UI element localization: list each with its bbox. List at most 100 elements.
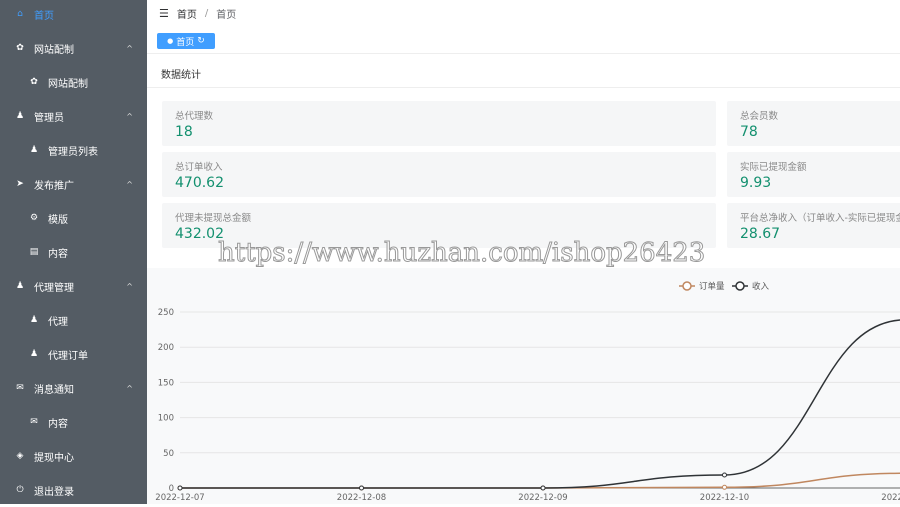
- tab-home[interactable]: ● 首页 ↻: [157, 33, 215, 49]
- chevron-up-icon: ^: [126, 43, 133, 53]
- power-icon: ⏻: [16, 485, 24, 495]
- sidebar: ⌂ 首页 ✿ 网站配制 ^ ✿ 网站配制 ♟ 管理员 ^ ♟ 管理员列表 ➤ 发布推广 ^ ⚙ 模版 ▤ 内容 ♟ 代理…: [0, 0, 147, 504]
- stat-value: 78: [740, 124, 758, 140]
- card-title: 数据统计: [147, 53, 900, 88]
- sidebar-item-label: 管理员列表: [48, 146, 98, 158]
- y-tick-label: 150: [158, 378, 174, 388]
- refresh-icon[interactable]: ↻: [197, 36, 205, 46]
- data-point: [722, 472, 727, 478]
- dot-icon: ●: [167, 37, 174, 45]
- stat-label: 代理未提现总金额: [175, 213, 252, 224]
- sidebar-item-label: 代理管理: [34, 282, 74, 294]
- sidebar-item[interactable]: ◈ 提现中心: [0, 439, 147, 473]
- sidebar-item[interactable]: ♟ 管理员 ^: [0, 99, 147, 133]
- x-tick-label: 2022-12-09: [518, 493, 567, 503]
- sidebar-item[interactable]: ✿ 网站配制: [0, 65, 147, 99]
- series-line: [180, 472, 900, 489]
- sidebar-item-label: 发布推广: [34, 180, 74, 192]
- home-icon: ⌂: [17, 9, 23, 19]
- series-line: [180, 319, 900, 489]
- y-tick-label: 100: [158, 414, 174, 424]
- sidebar-item[interactable]: ♟ 代理: [0, 303, 147, 337]
- sidebar-item-label: 消息通知: [34, 384, 74, 396]
- sidebar-item-label: 内容: [48, 248, 68, 260]
- x-tick-label: 2022-12-08: [337, 493, 386, 503]
- box-icon: ◈: [16, 451, 24, 461]
- user-icon: ♟: [15, 281, 25, 291]
- breadcrumb-separator: /: [204, 8, 209, 19]
- menu-toggle-icon[interactable]: ☰: [159, 7, 169, 20]
- sidebar-item[interactable]: ▤ 内容: [0, 235, 147, 269]
- stat-value: 18: [175, 124, 193, 140]
- gear-icon: ✿: [30, 77, 38, 87]
- stat-value: 470.62: [175, 175, 224, 191]
- chevron-up-icon: ^: [126, 281, 133, 291]
- sidebar-item[interactable]: ♟ 代理管理 ^: [0, 269, 147, 303]
- stat-card: 代理未提现总金额 432.02: [162, 203, 716, 248]
- stat-label: 实际已提现金额: [740, 162, 807, 173]
- main: ☰ 首页 / 首页 ● 首页 ↻ 数据统计 总代理数 18 总会员数 78 总订单收入 4…: [147, 0, 900, 504]
- sidebar-item-label: 首页: [34, 10, 54, 22]
- user-icon: ♟: [15, 111, 25, 121]
- chart-area: 0 50 100 150 200 250 2022-12-07 2022-12-08 2022-…: [147, 268, 900, 504]
- tab-label: 首页: [176, 37, 195, 48]
- data-point: [177, 485, 183, 491]
- gear-icon: ✿: [16, 43, 24, 53]
- user-icon: ♟: [29, 145, 39, 155]
- sidebar-item[interactable]: ➤ 发布推广 ^: [0, 167, 147, 201]
- stat-card: 总会员数 78: [727, 101, 900, 146]
- send-icon: ➤: [16, 179, 24, 189]
- sidebar-item-label: 代理订单: [48, 350, 88, 362]
- data-point: [540, 485, 546, 491]
- sidebar-item-label: 内容: [48, 418, 68, 430]
- breadcrumb-current: 首页: [216, 10, 237, 21]
- line-chart: 0501001502002502022-12-07 2022-12-08 2022-…: [155, 281, 900, 503]
- stat-card: 实际已提现金额 9.93: [727, 152, 900, 197]
- stat-card: 总订单收入 470.62: [162, 152, 716, 197]
- y-tick-label: 200: [158, 343, 174, 353]
- stat-label: 总会员数: [740, 111, 779, 122]
- stat-label: 平台总净收入（订单收入-实际已提现金额）: [740, 213, 900, 224]
- sidebar-item[interactable]: ♟ 管理员列表: [0, 133, 147, 167]
- sidebar-item[interactable]: ♟ 代理订单: [0, 337, 147, 371]
- stat-value: 28.67: [740, 226, 781, 242]
- x-tick-label: 2022-12-10: [700, 493, 749, 503]
- x-tick-label: 2022-12-11: [881, 493, 900, 503]
- user-icon: ♟: [29, 349, 39, 359]
- sidebar-item-label: 退出登录: [34, 486, 74, 498]
- y-tick-label: 250: [158, 308, 174, 318]
- y-tick-label: 50: [163, 449, 174, 459]
- sidebar-item-label: 模版: [48, 214, 68, 226]
- chevron-up-icon: ^: [126, 111, 133, 121]
- legend-label: 订单量: [699, 281, 725, 292]
- user-icon: ♟: [29, 315, 39, 325]
- stat-value: 432.02: [175, 226, 224, 242]
- sidebar-item-label: 管理员: [34, 112, 64, 124]
- sidebar-item[interactable]: ✉ 内容: [0, 405, 147, 439]
- sidebar-item[interactable]: ⚙ 模版: [0, 201, 147, 235]
- x-tick-label: 2022-12-07: [155, 493, 204, 503]
- sidebar-item[interactable]: ⏻ 退出登录: [0, 473, 147, 507]
- template-icon: ⚙: [29, 213, 39, 223]
- mail-icon: ✉: [16, 383, 24, 393]
- stat-value: 9.93: [740, 175, 772, 191]
- stat-label: 总订单收入: [175, 162, 223, 173]
- sidebar-item[interactable]: ✿ 网站配制 ^: [0, 31, 147, 65]
- sidebar-item-label: 网站配制: [34, 44, 74, 56]
- document-icon: ▤: [29, 247, 39, 257]
- sidebar-item-label: 提现中心: [34, 452, 74, 464]
- breadcrumb: ☰ 首页 / 首页: [159, 6, 236, 21]
- data-point: [722, 484, 727, 490]
- sidebar-item-label: 代理: [48, 316, 68, 328]
- stat-card: 平台总净收入（订单收入-实际已提现金额） 28.67: [727, 203, 900, 248]
- legend-marker: [735, 281, 745, 291]
- sidebar-item-label: 网站配制: [48, 78, 88, 90]
- stat-label: 总代理数: [175, 111, 214, 122]
- chevron-up-icon: ^: [126, 179, 133, 189]
- sidebar-item[interactable]: ✉ 消息通知 ^: [0, 371, 147, 405]
- sidebar-item[interactable]: ⌂ 首页: [0, 0, 147, 31]
- stat-card: 总代理数 18: [162, 101, 716, 146]
- mail-icon: ✉: [30, 417, 38, 427]
- legend-label: 收入: [752, 281, 770, 292]
- breadcrumb-item[interactable]: 首页: [177, 6, 197, 21]
